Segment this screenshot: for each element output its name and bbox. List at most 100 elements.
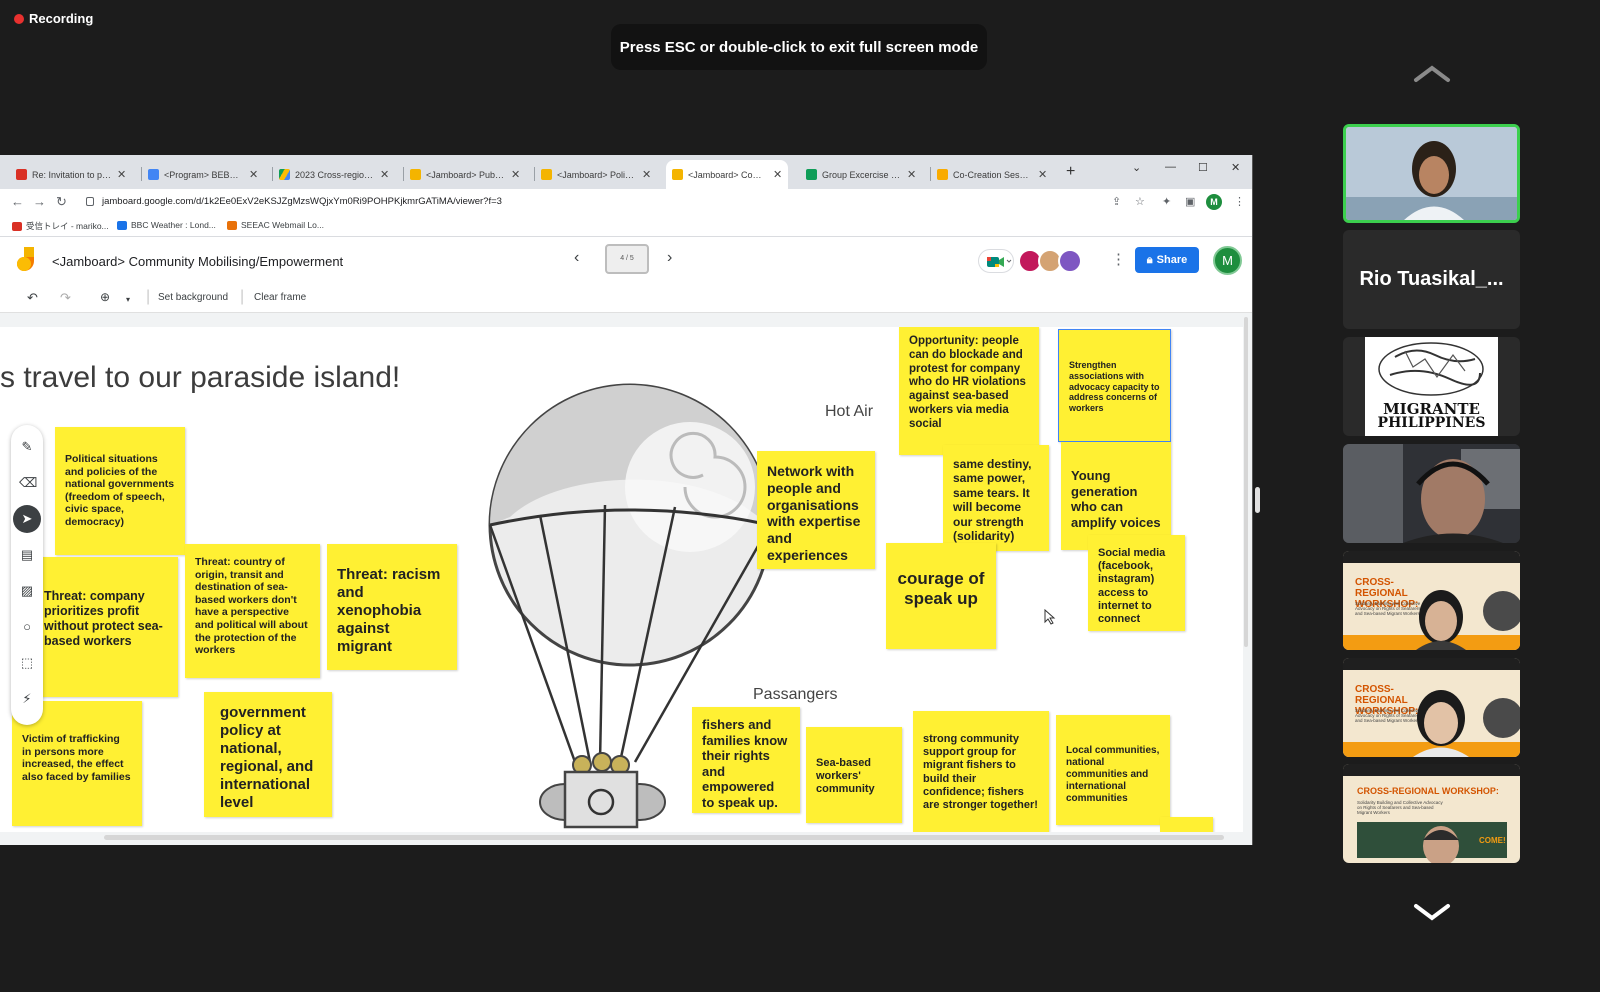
browser-tab[interactable]: Co-Creation Session - ✕: [931, 160, 1053, 189]
sticky-note[interactable]: government policy at national, regional,…: [204, 692, 332, 817]
browser-tab[interactable]: <Program> BEBESEA C ✕: [142, 160, 264, 189]
zoom-icon[interactable]: ⊕: [100, 290, 110, 304]
banner-top: [1343, 658, 1520, 670]
jamboard-header: <Jamboard> Community Mobilising/Empowerm…: [0, 237, 1252, 287]
welcome-text: COME!: [1479, 836, 1506, 845]
docs-icon: [148, 169, 159, 180]
close-tab-icon[interactable]: ✕: [1038, 168, 1047, 181]
sticky-note[interactable]: Threat: company prioritizes profit witho…: [30, 557, 178, 697]
participant-video-tile-speaking[interactable]: [1343, 124, 1520, 223]
horizontal-scrollbar[interactable]: [104, 835, 1224, 840]
vertical-scrollbar[interactable]: [1244, 317, 1248, 647]
browser-tab[interactable]: <Jamboard> Public Ac ✕: [404, 160, 526, 189]
undo-icon[interactable]: ↶: [27, 290, 38, 306]
next-frame-icon[interactable]: ›: [667, 249, 672, 267]
select-arrow-icon[interactable]: ➤: [13, 505, 41, 533]
scroll-up-arrow-icon[interactable]: [1412, 62, 1452, 86]
sticky-note-icon[interactable]: ▤: [19, 547, 35, 563]
jamboard-icon: [541, 169, 552, 180]
participant-video-tile[interactable]: CROSS-REGIONAL WORKSHOP: Solidarity Buil…: [1343, 658, 1520, 757]
reload-icon[interactable]: ↻: [56, 194, 67, 210]
participant-video-tile[interactable]: [1343, 444, 1520, 543]
browser-tab[interactable]: 2023 Cross-regional w ✕: [273, 160, 395, 189]
browser-tab-active[interactable]: <Jamboard> Commun ✕: [666, 160, 789, 189]
close-tab-icon[interactable]: ✕: [380, 168, 389, 181]
forward-icon[interactable]: →: [33, 194, 46, 209]
bookmark-star-icon[interactable]: ☆: [1135, 195, 1145, 208]
browser-tab[interactable]: <Jamboard> Policy Ac ✕: [535, 160, 657, 189]
banner-photo: [1483, 698, 1520, 738]
clear-frame-button[interactable]: Clear frame: [254, 292, 306, 303]
meet-present-button[interactable]: [978, 249, 1014, 273]
scroll-down-arrow-icon[interactable]: [1412, 900, 1452, 924]
browser-profile-avatar[interactable]: M: [1206, 194, 1222, 210]
text-box-icon[interactable]: ⬚: [19, 655, 35, 671]
participant-tile[interactable]: Rio Tuasikal_...: [1343, 230, 1520, 329]
sticky-note[interactable]: courage of speak up: [886, 543, 996, 649]
tab-title: <Program> BEBESEA C: [164, 169, 244, 180]
participant-face: [1423, 826, 1459, 863]
passengers-label: Passangers: [753, 686, 838, 703]
share-page-icon[interactable]: ⇪: [1112, 195, 1121, 208]
sticky-note[interactable]: fishers and families know their rights a…: [692, 707, 800, 813]
panel-resize-handle[interactable]: [1255, 487, 1260, 513]
bookmark-item[interactable]: 受信トレイ - mariko...: [12, 220, 109, 232]
browser-tab[interactable]: Re: Invitation to partic ✕: [10, 160, 132, 189]
sticky-note[interactable]: same destiny, same power, same tears. It…: [943, 445, 1049, 551]
close-tab-icon[interactable]: ✕: [773, 168, 782, 181]
set-background-button[interactable]: Set background: [158, 292, 228, 303]
zoom-dropdown-icon[interactable]: ▾: [126, 295, 130, 304]
sticky-note[interactable]: Sea-based workers' community: [806, 727, 902, 823]
tab-search-icon[interactable]: ⌄: [1132, 161, 1141, 174]
image-icon[interactable]: ▨: [19, 583, 35, 599]
close-tab-icon[interactable]: ✕: [511, 168, 520, 181]
tab-title: Re: Invitation to partic: [32, 169, 112, 180]
new-tab-icon[interactable]: +: [1066, 163, 1075, 181]
browser-menu-icon[interactable]: ⋮: [1234, 195, 1245, 208]
sticky-note[interactable]: Threat: country of origin, transit and d…: [185, 544, 320, 678]
laser-icon[interactable]: ⚡︎: [19, 691, 35, 707]
participant-video-tile[interactable]: CROSS-REGIONAL WORKSHOP: Solidarity Buil…: [1343, 764, 1520, 863]
redo-icon[interactable]: ↷: [60, 290, 71, 306]
extensions-icon[interactable]: ✦: [1162, 195, 1171, 208]
pen-icon[interactable]: ✎: [19, 439, 35, 455]
address-bar: ← → ↻ jamboard.google.com/d/1k2Ee0ExV2eK…: [0, 189, 1252, 217]
bookmark-item[interactable]: SEEAC Webmail Lo...: [227, 220, 324, 230]
bookmark-item[interactable]: BBC Weather : Lond...: [117, 220, 216, 230]
document-title[interactable]: <Jamboard> Community Mobilising/Empowerm…: [52, 254, 343, 269]
sticky-note[interactable]: Young generation who can amplify voices: [1061, 442, 1171, 550]
more-options-icon[interactable]: ⋮: [1111, 250, 1126, 268]
sticky-note[interactable]: Local communities, national communities …: [1056, 715, 1170, 825]
sticky-note[interactable]: Threat: racism and xenophobia against mi…: [327, 544, 457, 670]
circle-shape-icon[interactable]: ○: [19, 619, 35, 635]
sidebar-icon[interactable]: ▣: [1185, 195, 1195, 208]
share-button[interactable]: 🔒︎ Share: [1135, 247, 1199, 273]
collaborator-avatar[interactable]: [1058, 249, 1082, 273]
participant-tile[interactable]: MIGRANTE PHILIPPINES: [1343, 337, 1520, 436]
close-tab-icon[interactable]: ✕: [117, 168, 126, 181]
participant-video-tile[interactable]: CROSS-REGIONAL WORKSHOP: Solidarity Buil…: [1343, 551, 1520, 650]
sticky-note-selected[interactable]: Strengthen associations with advocacy ca…: [1058, 329, 1171, 442]
previous-frame-icon[interactable]: ‹: [574, 249, 579, 267]
sticky-note[interactable]: Network with people and organisations wi…: [757, 451, 875, 569]
browser-tab[interactable]: Group Excercise - Go ✕: [800, 160, 922, 189]
maximize-icon[interactable]: ☐: [1198, 161, 1208, 174]
close-window-icon[interactable]: ✕: [1231, 161, 1240, 174]
back-icon[interactable]: ←: [11, 194, 24, 209]
close-tab-icon[interactable]: ✕: [907, 168, 916, 181]
sticky-note-partial[interactable]: [1160, 817, 1213, 832]
eraser-icon[interactable]: ⌫: [19, 475, 37, 491]
account-avatar[interactable]: M: [1213, 246, 1242, 275]
close-tab-icon[interactable]: ✕: [249, 168, 258, 181]
sticky-note[interactable]: Opportunity: people can do blockade and …: [899, 327, 1039, 455]
minimize-icon[interactable]: —: [1165, 161, 1176, 173]
jam-canvas[interactable]: s travel to our paraside island! Hot Air…: [0, 327, 1243, 832]
url-text[interactable]: jamboard.google.com/d/1k2Ee0ExV2eKSJZgMz…: [102, 196, 502, 207]
slides-icon: [937, 169, 948, 180]
tab-title: <Jamboard> Policy Ac: [557, 169, 637, 180]
frame-bar-thumbnail[interactable]: 4 / 5: [605, 244, 649, 274]
sticky-note[interactable]: Political situations and policies of the…: [55, 427, 185, 555]
sticky-note[interactable]: Social media (facebook, instagram) acces…: [1088, 535, 1185, 631]
sticky-note[interactable]: strong community support group for migra…: [913, 711, 1049, 832]
close-tab-icon[interactable]: ✕: [642, 168, 651, 181]
